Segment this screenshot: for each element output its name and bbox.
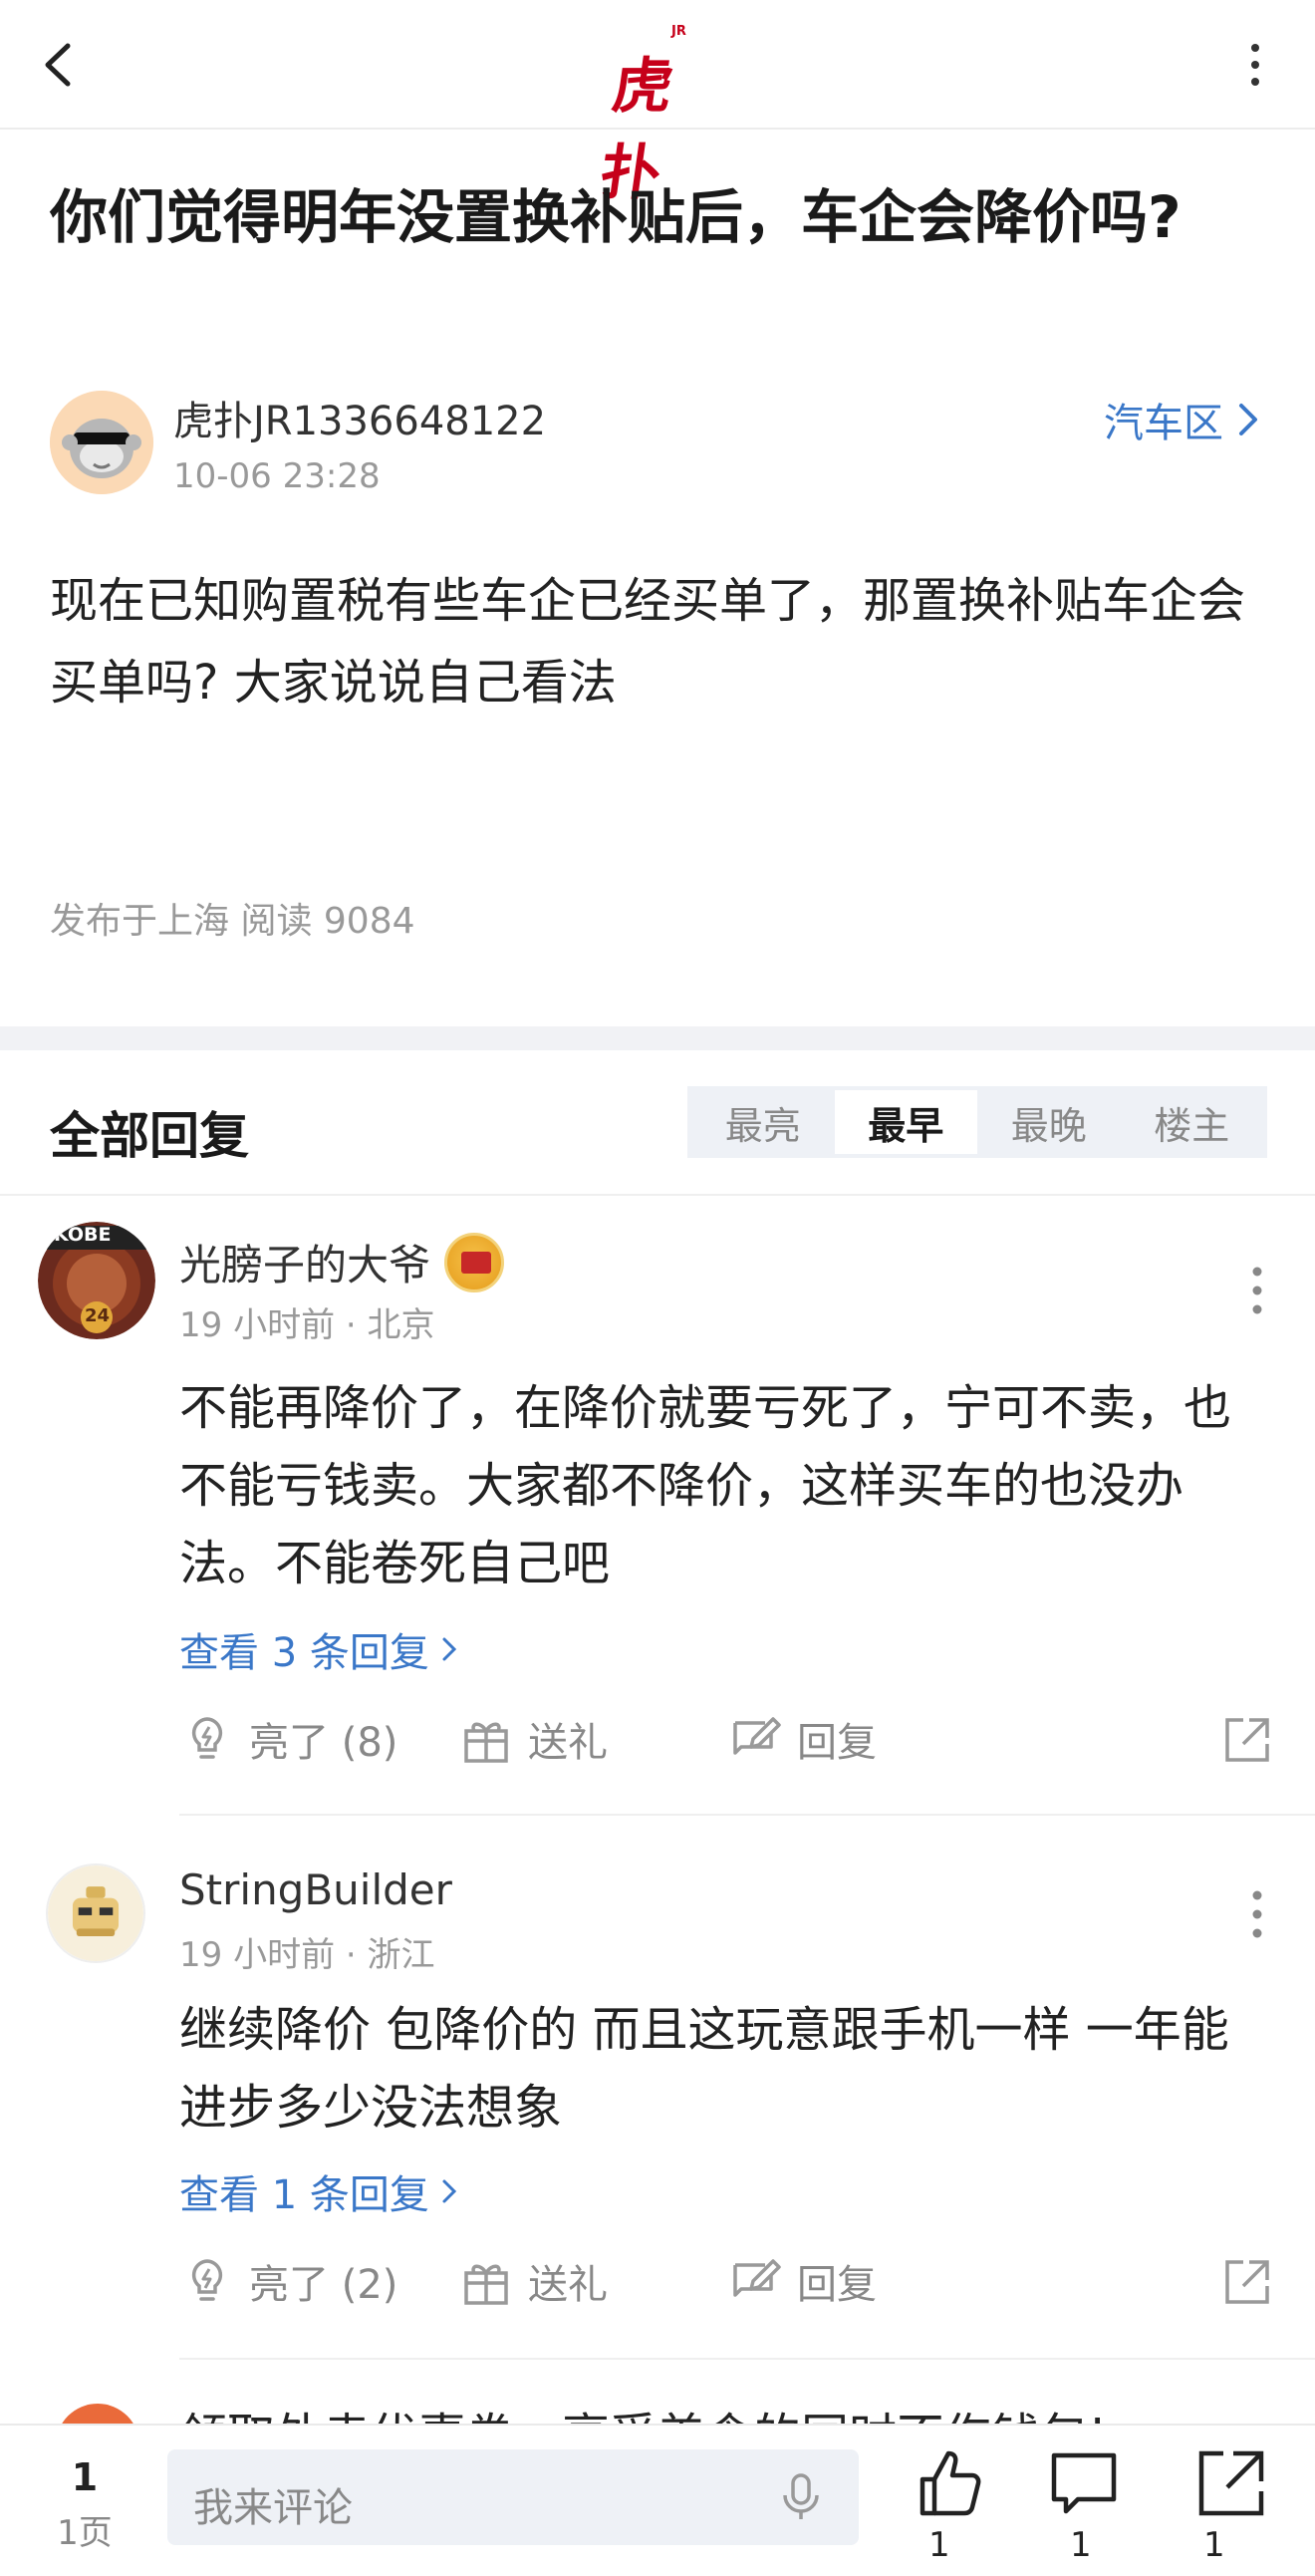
like-button[interactable]: 亮了 (8)	[179, 1710, 397, 1768]
reply-edit-icon	[733, 2259, 781, 2297]
reply-button[interactable]: 回复	[727, 1710, 877, 1768]
chevron-right-icon	[1239, 404, 1257, 435]
more-options-icon[interactable]	[1245, 42, 1265, 88]
author-avatar[interactable]	[50, 391, 153, 494]
robot-avatar-icon	[48, 1865, 143, 1961]
commenter-avatar[interactable]	[46, 1863, 145, 1963]
replies-title: 全部回复	[50, 1107, 249, 1165]
tab-earliest[interactable]: 最早	[834, 1090, 977, 1154]
like-label: 亮了 (8)	[249, 1720, 398, 1766]
view-replies-label: 查看 1 条回复	[179, 2172, 429, 2218]
page-number: 1	[71, 2455, 99, 2499]
divider	[0, 1194, 1315, 1196]
view-replies-link[interactable]: 查看 1 条回复	[179, 2162, 457, 2220]
comment-item: KOBE 24 光膀子的大爷 19 小时前 · 北京 不能再降价了，在降价就要亏…	[0, 1222, 1315, 1820]
post-body: 现在已知购置税有些车企已经买单了，那置换补贴车企会买单吗? 大家说说自己看法	[50, 573, 1246, 711]
gift-button[interactable]: 送礼	[458, 2252, 608, 2310]
view-replies-label: 查看 3 条回复	[179, 1630, 429, 1676]
avatar-text: KOBE	[54, 1224, 112, 1246]
comment-actions: 亮了 (2) 送礼 回复	[179, 2252, 1275, 2312]
top-bar: JR 虎扑	[0, 0, 1315, 208]
comment-actions: 亮了 (8) 送礼 回复	[179, 1710, 1275, 1770]
medal-badge-icon	[444, 1232, 505, 1292]
comment-count: 1	[1070, 2525, 1092, 2565]
share-icon[interactable]	[1219, 2254, 1275, 2310]
chevron-right-icon	[442, 2179, 457, 2203]
commenter-name-text: 光膀子的大爷	[179, 1241, 431, 1289]
gift-icon	[464, 1722, 508, 1763]
reply-label: 回复	[797, 2262, 877, 2308]
comment-input[interactable]: 我来评论	[167, 2449, 859, 2545]
thumbs-up-icon[interactable]	[909, 2443, 988, 2523]
gift-label: 送礼	[528, 1720, 608, 1766]
post-meta: 发布于上海 阅读 9084	[50, 901, 415, 942]
comment-time: 19 小时前 · 浙江	[179, 1935, 435, 1975]
board-link[interactable]: 汽车区	[1104, 391, 1259, 448]
gift-icon	[464, 2264, 508, 2305]
post-title: 你们觉得明年没置换补贴后，车企会降价吗?	[50, 183, 1182, 251]
sort-tabs: 最亮 最早 最晚 楼主	[687, 1086, 1267, 1158]
logo-jr: JR	[671, 24, 686, 39]
comment-divider	[179, 2358, 1315, 2360]
like-label: 亮了 (2)	[249, 2262, 398, 2308]
comment-bubble-icon[interactable]	[1044, 2443, 1124, 2523]
tab-brightest[interactable]: 最亮	[691, 1090, 835, 1154]
gift-button[interactable]: 送礼	[458, 1710, 608, 1768]
board-label: 汽车区	[1104, 401, 1223, 446]
commenter-name[interactable]: StringBuilder	[179, 1865, 452, 1914]
view-replies-link[interactable]: 查看 3 条回复	[179, 1620, 457, 1678]
author-name[interactable]: 虎扑JR1336648122	[173, 389, 546, 446]
comment-more-icon[interactable]	[1249, 1889, 1265, 1939]
lightbulb-icon	[191, 2259, 223, 2301]
like-button[interactable]: 亮了 (2)	[179, 2252, 397, 2310]
gift-label: 送礼	[528, 2262, 608, 2308]
share-icon[interactable]	[1191, 2443, 1271, 2523]
commenter-avatar[interactable]: KOBE 24	[38, 1222, 155, 1339]
reply-edit-icon	[733, 1717, 781, 1755]
chevron-right-icon	[442, 1637, 457, 1661]
page-total: 1页	[57, 2513, 113, 2553]
reply-button[interactable]: 回复	[727, 2252, 877, 2310]
tab-latest[interactable]: 最晚	[977, 1090, 1121, 1154]
comment-input-placeholder: 我来评论	[193, 2485, 353, 2531]
share-icon[interactable]	[1219, 1712, 1275, 1768]
comment-text: 不能再降价了，在降价就要亏死了，宁可不卖，也不能亏钱卖。大家都不降价，这样买车的…	[179, 1380, 1232, 1591]
comment-text: 继续降价 包降价的 而且这玩意跟手机一样 一年能进步多少没法想象	[179, 2002, 1229, 2136]
hupu-logo: JR 虎扑	[596, 18, 707, 208]
section-divider	[0, 1026, 1315, 1050]
tab-op-only[interactable]: 楼主	[1121, 1090, 1264, 1154]
back-arrow-icon[interactable]	[38, 40, 78, 90]
gorilla-avatar-icon	[50, 391, 153, 494]
commenter-name-text: StringBuilder	[179, 1865, 452, 1914]
comment-more-icon[interactable]	[1249, 1266, 1265, 1315]
comment-divider	[179, 1814, 1315, 1816]
share-count: 1	[1203, 2525, 1225, 2565]
comment-time: 19 小时前 · 北京	[179, 1305, 435, 1345]
comment-item: StringBuilder 19 小时前 · 浙江 继续降价 包降价的 而且这玩…	[0, 1863, 1315, 2402]
reply-label: 回复	[797, 1720, 877, 1766]
like-count: 1	[928, 2525, 950, 2565]
lightbulb-icon	[191, 1717, 223, 1759]
microphone-icon[interactable]	[773, 2469, 829, 2525]
post-time: 10-06 23:28	[173, 456, 381, 496]
bottom-bar: 1 1页 我来评论 1 1 1	[0, 2424, 1315, 2576]
avatar-number: 24	[85, 1305, 111, 1326]
commenter-name[interactable]: 光膀子的大爷	[179, 1232, 505, 1292]
